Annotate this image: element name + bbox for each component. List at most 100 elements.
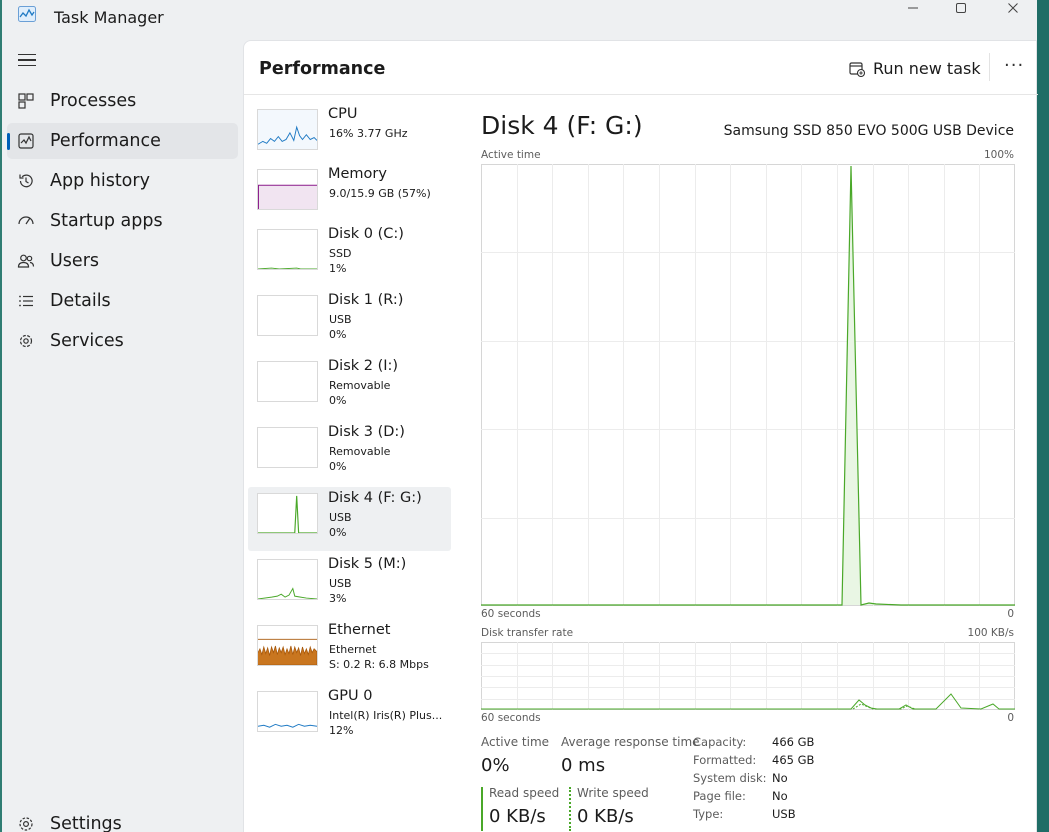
window-left-edge xyxy=(0,0,2,832)
perf-item-subtitle: Intel(R) Iris(R) Plus... xyxy=(329,709,443,722)
write-speed-label: Write speed xyxy=(577,786,649,800)
close-button[interactable] xyxy=(991,0,1035,16)
perf-item-subtitle: USB xyxy=(329,511,352,524)
nav-item-details[interactable]: Details xyxy=(7,283,238,319)
perf-item-thumbnail-graph xyxy=(257,427,318,468)
perf-item-name: Disk 3 (D:) xyxy=(328,424,405,440)
active-time-graph-label: Active time xyxy=(481,149,541,161)
services-icon xyxy=(19,334,33,348)
perf-item-thumbnail-graph xyxy=(257,625,318,666)
run-new-task-label: Run new task xyxy=(873,59,981,78)
nav-label-services: Services xyxy=(50,331,124,351)
perf-item-value: 12% xyxy=(329,724,354,737)
hamburger-icon[interactable] xyxy=(18,52,36,68)
perf-item-disk-2-i[interactable]: Disk 2 (I:) Removable 0% xyxy=(248,355,451,419)
perf-item-thumbnail-graph xyxy=(257,361,318,402)
details-icon xyxy=(19,295,33,307)
nav-label-details: Details xyxy=(50,291,111,311)
processes-icon xyxy=(18,93,34,109)
perf-item-disk-0-c[interactable]: Disk 0 (C:) SSD 1% xyxy=(248,223,451,287)
perf-item-name: Disk 4 (F: G:) xyxy=(328,490,422,506)
nav-item-performance[interactable]: Performance xyxy=(7,123,238,159)
perf-item-thumbnail-graph xyxy=(257,295,318,336)
nav-active-indicator xyxy=(7,133,10,150)
property-value: No xyxy=(772,789,788,803)
minimize-button[interactable] xyxy=(891,0,935,16)
property-key: Page file: xyxy=(693,789,746,803)
perf-item-cpu[interactable]: CPU 16% 3.77 GHz xyxy=(248,103,451,167)
more-options-button[interactable]: ··· xyxy=(1004,55,1024,76)
title-bar: Task Manager xyxy=(2,0,1037,36)
property-key: Formatted: xyxy=(693,753,757,767)
active-time-value: 0% xyxy=(481,755,510,776)
header-divider xyxy=(989,53,990,81)
read-speed-value: 0 KB/s xyxy=(489,806,546,827)
perf-item-gpu-0[interactable]: GPU 0 Intel(R) Iris(R) Plus... 12% xyxy=(248,685,451,749)
close-icon xyxy=(1008,3,1018,13)
maximize-icon xyxy=(956,3,966,13)
perf-item-subtitle: Removable xyxy=(329,379,391,392)
graph-frame xyxy=(481,164,1015,606)
nav-item-processes[interactable]: Processes xyxy=(7,83,238,119)
nav-label-users: Users xyxy=(50,251,100,271)
perf-item-disk-3-d[interactable]: Disk 3 (D:) Removable 0% xyxy=(248,421,451,485)
perf-item-memory[interactable]: Memory 9.0/15.9 GB (57%) xyxy=(248,163,451,227)
active-time-graph-max: 100% xyxy=(983,149,1014,161)
property-key: Capacity: xyxy=(693,735,747,749)
main-panel: Performance Run new task ··· CPU 16% 3.77… xyxy=(243,40,1038,832)
property-key: System disk: xyxy=(693,771,767,785)
property-value: 465 GB xyxy=(772,753,815,767)
perf-item-value: 0% xyxy=(329,526,347,539)
task-manager-app-icon xyxy=(18,6,36,22)
active-time-graph-min: 0 xyxy=(1007,608,1014,620)
perf-item-disk-5-m[interactable]: Disk 5 (M:) USB 3% xyxy=(248,553,451,617)
nav-item-settings[interactable]: Settings xyxy=(7,806,238,832)
perf-item-disk-1-r[interactable]: Disk 1 (R:) USB 0% xyxy=(248,289,451,353)
active-time-graph-x-label: 60 seconds xyxy=(481,608,541,620)
settings-icon xyxy=(19,817,33,831)
history-icon xyxy=(19,174,33,188)
perf-item-subtitle: USB xyxy=(329,577,352,590)
users-icon xyxy=(17,254,35,268)
nav-item-app-history[interactable]: App history xyxy=(7,163,238,199)
device-name: Samsung SSD 850 EVO 500G USB Device xyxy=(723,123,1014,139)
property-key: Type: xyxy=(693,807,724,821)
perf-item-thumbnail-graph xyxy=(257,229,318,270)
perf-item-subtitle: Ethernet xyxy=(329,643,377,656)
performance-icon xyxy=(18,133,34,149)
perf-item-thumbnail-graph xyxy=(257,493,318,534)
maximize-button[interactable] xyxy=(939,0,983,16)
perf-item-disk-4-f-g[interactable]: Disk 4 (F: G:) USB 0% xyxy=(248,487,451,551)
nav-item-services[interactable]: Services xyxy=(7,323,238,359)
perf-item-name: Disk 0 (C:) xyxy=(328,226,404,242)
minimize-icon xyxy=(908,7,918,9)
nav-label-performance: Performance xyxy=(50,131,161,151)
desktop-background xyxy=(1037,0,1049,832)
avg-response-value: 0 ms xyxy=(561,755,606,776)
page-title: Performance xyxy=(259,59,386,79)
nav-item-startup-apps[interactable]: Startup apps xyxy=(7,203,238,239)
transfer-rate-graph-max: 100 KB/s xyxy=(967,627,1014,639)
perf-item-subtitle: Removable xyxy=(329,445,391,458)
avg-response-label: Average response time xyxy=(561,735,700,749)
nav-item-users[interactable]: Users xyxy=(7,243,238,279)
perf-item-name: Ethernet xyxy=(328,622,391,638)
nav-label-settings: Settings xyxy=(50,814,122,832)
perf-item-thumbnail-graph xyxy=(257,109,318,150)
perf-item-subtitle: 9.0/15.9 GB (57%) xyxy=(329,187,431,200)
run-new-task-button[interactable]: Run new task xyxy=(849,59,981,78)
perf-item-name: Disk 1 (R:) xyxy=(328,292,404,308)
read-speed-label: Read speed xyxy=(489,786,560,800)
write-speed-value: 0 KB/s xyxy=(577,806,634,827)
perf-item-value: S: 0.2 R: 6.8 Mbps xyxy=(329,658,429,671)
perf-item-thumbnail-graph xyxy=(257,559,318,600)
perf-item-name: Disk 5 (M:) xyxy=(328,556,407,572)
perf-item-value: 0% xyxy=(329,460,347,473)
transfer-rate-graph-min: 0 xyxy=(1007,712,1014,724)
app-title: Task Manager xyxy=(54,8,164,27)
perf-item-subtitle: USB xyxy=(329,313,352,326)
active-time-graph xyxy=(481,164,1015,606)
run-task-icon xyxy=(849,61,865,77)
perf-item-value: 3% xyxy=(329,592,347,605)
perf-item-ethernet[interactable]: Ethernet Ethernet S: 0.2 R: 6.8 Mbps xyxy=(248,619,451,683)
